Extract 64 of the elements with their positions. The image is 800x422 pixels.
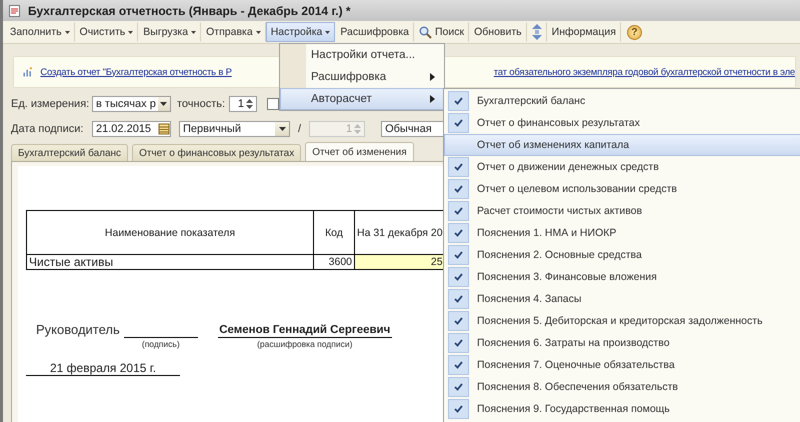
submenu-item[interactable]: Пояснения 2. Основные средства <box>444 244 800 266</box>
table-cell: Чистые активы <box>26 254 314 270</box>
caret-icon <box>64 30 70 34</box>
menu-item[interactable]: Настройки отчета... <box>280 44 444 66</box>
submenu-item[interactable]: Пояснения 4. Запасы <box>444 288 800 310</box>
toolbar-menu-button[interactable]: Заполнить <box>5 22 75 42</box>
precision-label: точность: <box>177 98 226 110</box>
submenu-item[interactable]: Пояснения 1. НМА и НИОКР <box>444 222 800 244</box>
toolbar-menu-button[interactable]: Настройка <box>266 22 336 42</box>
caret-icon <box>128 30 134 34</box>
submenu-item[interactable]: Бухгалтерский баланс <box>444 90 800 112</box>
submenu-item[interactable]: Пояснения 8. Обеспечения обязательств <box>444 376 800 398</box>
role-label: Руководитель <box>36 322 120 337</box>
toolbar-button[interactable]: Расшифровка <box>335 22 414 42</box>
units-select[interactable]: в тысячах р <box>92 96 171 112</box>
table-cell[interactable]: 25 <box>354 254 446 270</box>
create-report-link[interactable]: Создать отчет "Бухгалтерская отчетность в Р <box>40 66 232 78</box>
signing-date: 21 февраля 2015 г. <box>26 361 180 376</box>
toolbar-button[interactable]: Информация <box>546 22 621 42</box>
dropdown-button[interactable] <box>158 97 170 111</box>
caret-icon <box>160 102 168 106</box>
help-button[interactable]: ? <box>626 24 642 40</box>
signing-date-label: Дата подписи: <box>11 123 84 135</box>
create-report-link[interactable]: тат обязательного экземпляра годовой бухгалтерской отчетности в эле <box>494 66 795 78</box>
submenu-item[interactable]: Отчет об изменениях капитала <box>444 134 800 156</box>
menu-item[interactable]: Расшифровка <box>280 66 444 88</box>
chart-icon <box>22 65 32 79</box>
checkbox[interactable] <box>267 98 280 110</box>
search-icon <box>419 26 432 38</box>
dropdown-button[interactable] <box>275 122 289 136</box>
submenu-item[interactable]: Пояснения 5. Дебиторская и кредиторская задолженность <box>444 310 800 332</box>
date-field[interactable]: 21.02.2015 <box>92 121 171 137</box>
report-tab[interactable]: Бухгалтерский баланс <box>11 144 128 161</box>
calendar-icon[interactable] <box>158 123 170 135</box>
search-button[interactable]: Поиск <box>414 22 470 42</box>
submenu-item[interactable]: Пояснения 7. Оценочные обязательства <box>444 354 800 376</box>
submenu-item[interactable]: Пояснения 3. Финансовые вложения <box>444 266 800 288</box>
report-tab[interactable]: Отчет об изменения <box>305 142 414 161</box>
window-title: Бухгалтерская отчетность (Январь - Декабрь 2014 г.) * <box>28 4 351 18</box>
menu-item[interactable]: Авторасчет <box>280 88 444 110</box>
units-label: Ед. измерения: <box>11 98 88 110</box>
submenu-item[interactable]: Пояснения 6. Затраты на производство <box>444 332 800 354</box>
toolbar-menu-button[interactable]: Очистить <box>74 22 138 42</box>
submenu-item[interactable]: Пояснения 9. Государственная помощь <box>444 398 800 420</box>
column-header: Код <box>314 210 354 254</box>
submenu-item[interactable]: Расчет стоимости чистых активов <box>444 200 800 222</box>
precision-field[interactable]: 1 <box>229 96 258 112</box>
submenu-item[interactable]: Отчет о целевом использовании средств <box>444 178 800 200</box>
document-icon <box>9 4 20 16</box>
submenu-item[interactable]: Отчет о движении денежных средств <box>444 156 800 178</box>
caret-icon <box>325 30 330 34</box>
signature-caption: (подпись) <box>142 339 180 349</box>
caret-icon <box>278 127 286 131</box>
column-header: Наименование показателя <box>26 210 314 254</box>
caret-icon <box>256 30 261 34</box>
signer-name: Семенов Геннадий Сергеевич <box>218 323 392 338</box>
caret-icon <box>191 30 196 34</box>
report-tab[interactable]: Отчет о финансовых результатах <box>132 144 302 161</box>
toolbar-button[interactable]: Обновить <box>469 22 527 42</box>
toolbar-menu-button[interactable]: Выгрузка <box>138 22 202 42</box>
up-down-arrows-icon <box>532 24 542 40</box>
name-caption: (расшифровка подписи) <box>257 339 352 349</box>
type-select[interactable]: Первичный <box>179 121 290 137</box>
separator-text: / <box>298 123 302 135</box>
